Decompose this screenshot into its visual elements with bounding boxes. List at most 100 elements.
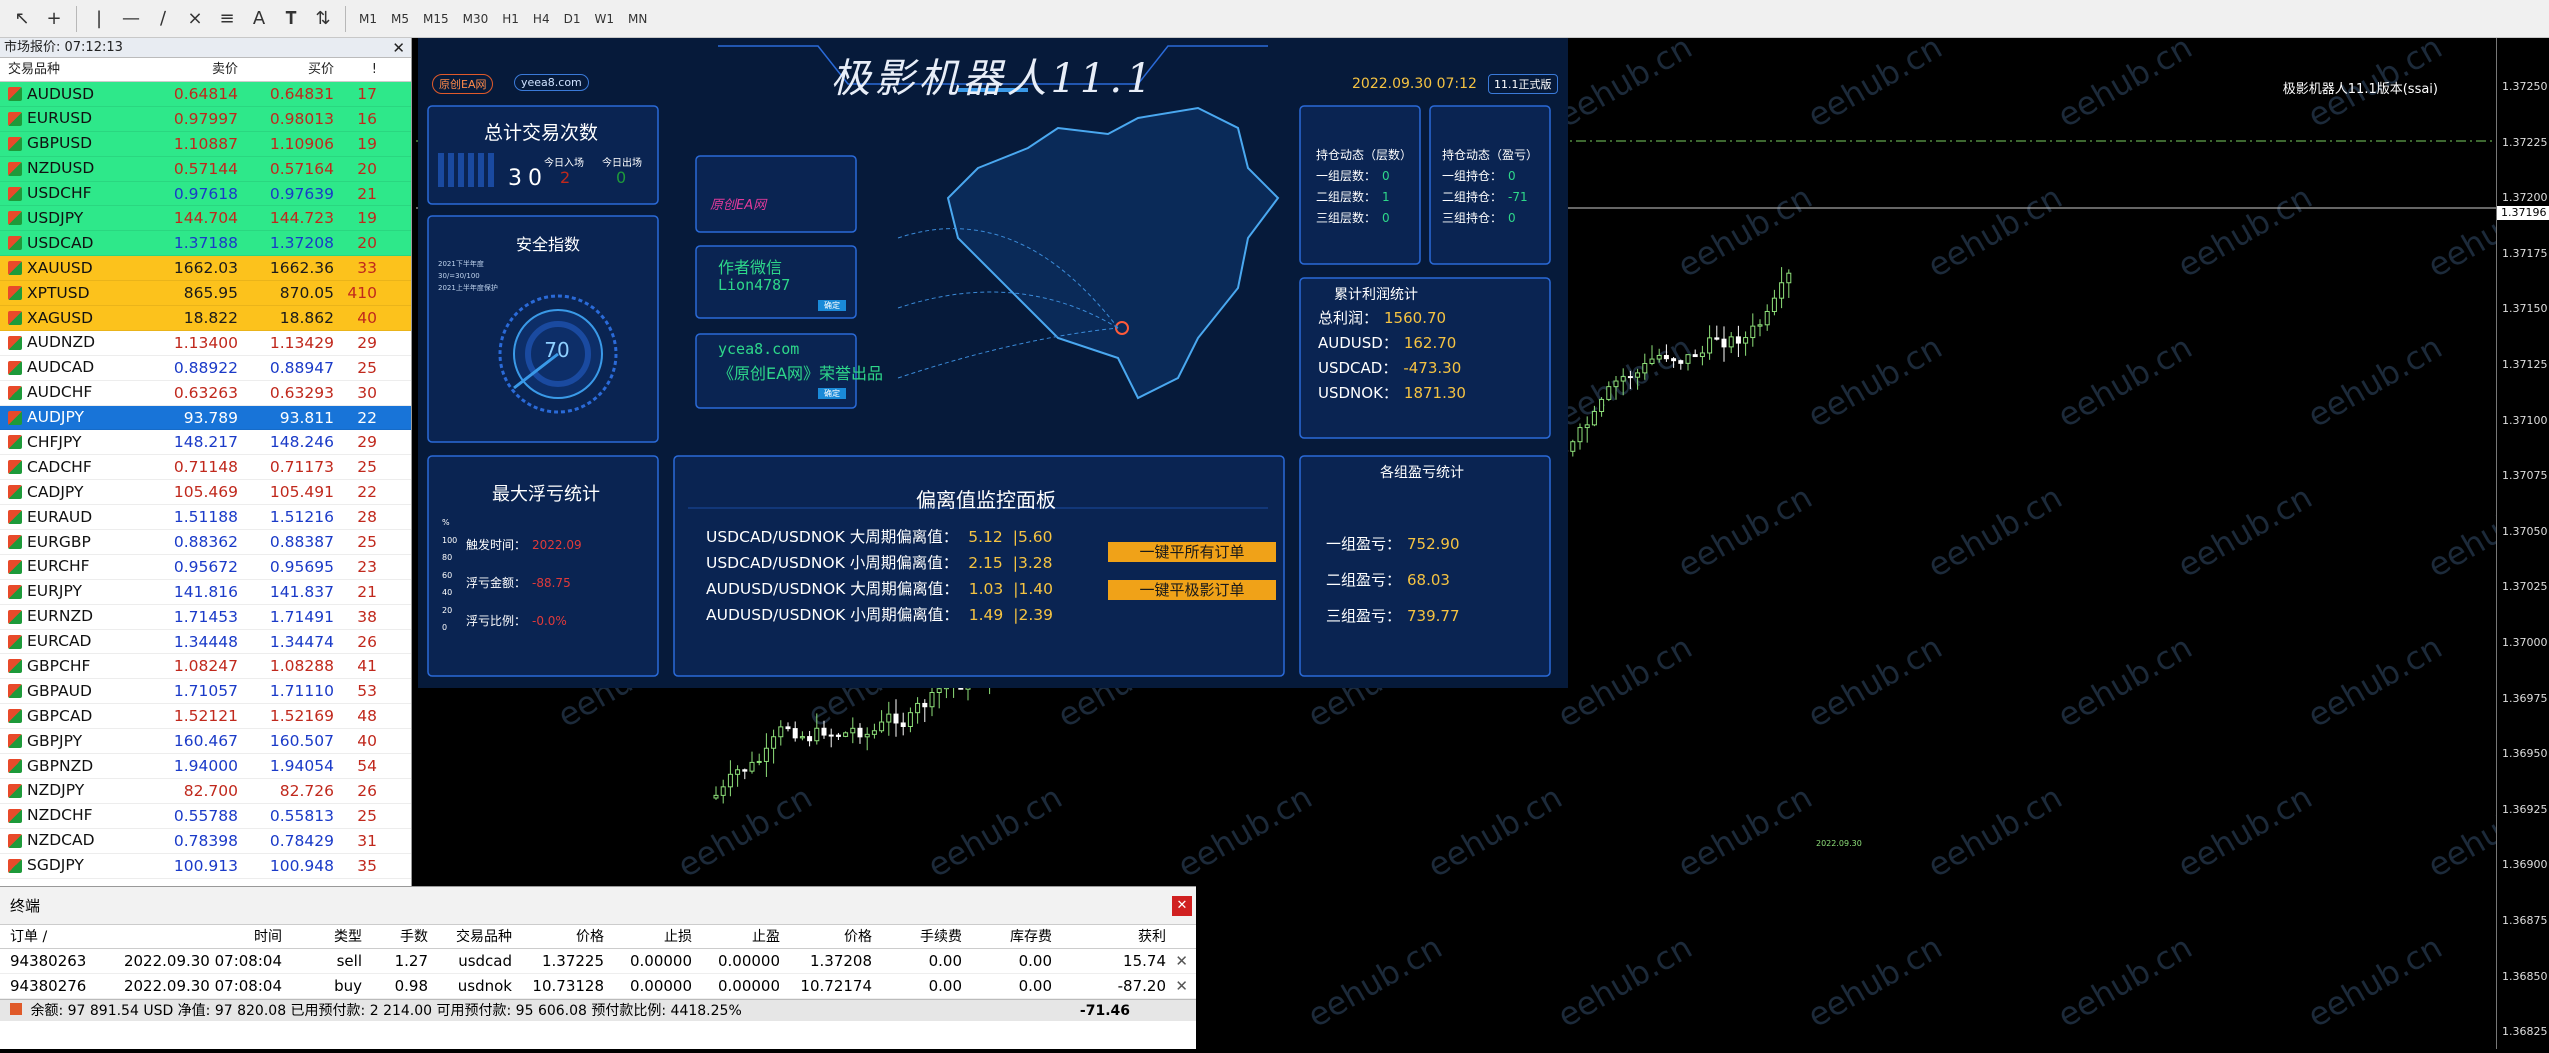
timeframe-h1[interactable]: H1: [495, 5, 526, 33]
terminal-col-header[interactable]: 交易品种: [432, 925, 516, 948]
close-jiying-orders-button[interactable]: 一键平极影订单: [1108, 580, 1276, 600]
market-row[interactable]: GBPJPY 160.467 160.507 40: [0, 729, 411, 755]
market-row[interactable]: GBPCAD 1.52121 1.52169 48: [0, 704, 411, 730]
ask-price: 0.98013: [269, 109, 334, 128]
close-all-orders-button[interactable]: 一键平所有订单: [1108, 542, 1276, 562]
watermark-text: eehub.cn: [2301, 328, 2448, 435]
spread-value: 22: [357, 408, 377, 427]
market-row[interactable]: CHFJPY 148.217 148.246 29: [0, 430, 411, 456]
order-close-icon[interactable]: ✕: [1175, 949, 1188, 974]
timeframe-mn[interactable]: MN: [621, 5, 654, 33]
order-close-icon[interactable]: ✕: [1175, 974, 1188, 999]
arrow-tools-icon[interactable]: ⇅: [307, 4, 339, 34]
market-row[interactable]: CADJPY 105.469 105.491 22: [0, 480, 411, 506]
col-symbol[interactable]: 交易品种: [0, 58, 148, 81]
col-bid[interactable]: 卖价: [148, 58, 242, 81]
order-cell: 94380263: [10, 952, 87, 970]
spread-value: 25: [357, 458, 377, 477]
market-row[interactable]: GBPUSD 1.10887 1.10906 19: [0, 131, 411, 157]
terminal-col-header[interactable]: 时间: [116, 925, 286, 948]
timeframe-w1[interactable]: W1: [587, 5, 621, 33]
horizontal-line-icon[interactable]: —: [115, 4, 147, 34]
order-cell: 0.00000: [629, 977, 692, 995]
timeframe-m30[interactable]: M30: [456, 5, 496, 33]
market-row[interactable]: USDCHF 0.97618 0.97639 21: [0, 181, 411, 207]
close-icon[interactable]: ✕: [392, 38, 405, 58]
market-row[interactable]: EURAUD 1.51188 1.51216 28: [0, 505, 411, 531]
site-confirm-button[interactable]: 确定: [818, 388, 846, 399]
market-row[interactable]: NZDCAD 0.78398 0.78429 31: [0, 828, 411, 854]
market-row[interactable]: USDJPY 144.704 144.723 19: [0, 206, 411, 232]
order-cell: 0.00: [1018, 977, 1052, 995]
timeframe-m5[interactable]: M5: [384, 5, 416, 33]
terminal-col-header[interactable]: 止损: [608, 925, 696, 948]
market-row[interactable]: XAGUSD 18.822 18.862 40: [0, 306, 411, 331]
market-row[interactable]: XPTUSD 865.95 870.05 410: [0, 281, 411, 307]
terminal-col-header[interactable]: 手续费: [876, 925, 966, 948]
trendline-icon[interactable]: ∕: [147, 4, 179, 34]
maxloss-axis-tick: 40: [442, 588, 453, 597]
market-row[interactable]: SGDJPY 100.913 100.948 35: [0, 853, 411, 879]
profit-row: AUDUSD： 162.70: [1318, 331, 1466, 356]
market-row[interactable]: EURUSD 0.97997 0.98013 16: [0, 106, 411, 132]
terminal-col-header[interactable]: 手数: [366, 925, 432, 948]
watermark-text: eehub.cn: [1801, 628, 1948, 735]
market-row[interactable]: EURGBP 0.88362 0.88387 25: [0, 530, 411, 555]
close-icon[interactable]: ✕: [1172, 896, 1192, 916]
vertical-line-icon[interactable]: |: [83, 4, 115, 34]
symbol-arrow-icon: [8, 485, 22, 500]
market-row[interactable]: GBPCHF 1.08247 1.08288 41: [0, 654, 411, 680]
terminal-col-header[interactable]: 类型: [286, 925, 366, 948]
market-row[interactable]: AUDCHF 0.63263 0.63293 30: [0, 380, 411, 406]
market-row[interactable]: EURNZD 1.71453 1.71491 38: [0, 604, 411, 630]
market-row[interactable]: CADCHF 0.71148 0.71173 25: [0, 455, 411, 481]
market-symbol: XAUUSD: [0, 256, 148, 280]
terminal-col-header[interactable]: 价格: [784, 925, 876, 948]
timeframe-m15[interactable]: M15: [416, 5, 456, 33]
terminal-col-header[interactable]: 获利: [1056, 925, 1194, 948]
deviation-row: USDCAD/USDNOK 大周期偏离值： 5.12 |5.60: [706, 524, 1053, 550]
market-row[interactable]: AUDNZD 1.13400 1.13429 29: [0, 330, 411, 356]
watermark-text: eehub.cn: [1171, 778, 1318, 885]
spread-value: 19: [357, 209, 377, 228]
order-row[interactable]: 94380276 2022.09.30 07:08:04 buy 0.98 usdnok…: [0, 974, 1196, 999]
fibonacci-icon[interactable]: ⨯: [179, 4, 211, 34]
market-row[interactable]: AUDJPY 93.789 93.811 22: [0, 405, 411, 431]
crosshair-icon[interactable]: +: [38, 4, 70, 34]
text-icon[interactable]: A: [243, 4, 275, 34]
market-row[interactable]: EURCHF 0.95672 0.95695 23: [0, 554, 411, 580]
trades-title: 总计交易次数: [484, 122, 599, 144]
candle-body: [771, 736, 777, 749]
timeframe-m1[interactable]: M1: [352, 5, 384, 33]
market-row[interactable]: GBPNZD 1.94000 1.94054 54: [0, 754, 411, 779]
groups-row: 一组盈亏： 752.90: [1326, 526, 1460, 562]
terminal-col-header[interactable]: 订单 /: [0, 925, 116, 948]
market-row[interactable]: USDCAD 1.37188 1.37208 20: [0, 231, 411, 257]
market-row[interactable]: AUDUSD 0.64814 0.64831 17: [0, 82, 411, 107]
terminal-col-header[interactable]: 价格: [516, 925, 608, 948]
symbol-arrow-icon: [8, 161, 22, 176]
timeframe-h4[interactable]: H4: [526, 5, 557, 33]
col-spread[interactable]: !: [338, 58, 383, 81]
market-row[interactable]: EURJPY 141.816 141.837 21: [0, 579, 411, 605]
col-ask[interactable]: 买价: [242, 58, 338, 81]
market-row[interactable]: XAUUSD 1662.03 1662.36 33: [0, 256, 411, 282]
market-row[interactable]: NZDJPY 82.700 82.726 26: [0, 778, 411, 804]
market-row[interactable]: AUDCAD 0.88922 0.88947 25: [0, 355, 411, 381]
timeframe-d1[interactable]: D1: [557, 5, 588, 33]
symbol-name: AUDCHF: [27, 383, 93, 402]
market-row[interactable]: NZDCHF 0.55788 0.55813 25: [0, 803, 411, 829]
watermark-text: eehub.cn: [2301, 928, 2448, 1035]
label-icon[interactable]: 𝐓: [275, 4, 307, 34]
market-row[interactable]: GBPAUD 1.71057 1.71110 53: [0, 679, 411, 705]
symbol-arrow-icon: [8, 858, 22, 873]
channel-icon[interactable]: ≡: [211, 4, 243, 34]
terminal-col-header[interactable]: 库存费: [966, 925, 1056, 948]
market-row[interactable]: NZDUSD 0.57144 0.57164 20: [0, 156, 411, 182]
order-row[interactable]: 94380263 2022.09.30 07:08:04 sell 1.27 usdca…: [0, 949, 1196, 974]
order-cell: 15.74: [1123, 952, 1166, 970]
terminal-col-header[interactable]: 止盈: [696, 925, 784, 948]
cursor-icon[interactable]: ↖: [6, 4, 38, 34]
market-row[interactable]: EURCAD 1.34448 1.34474 26: [0, 629, 411, 655]
wechat-confirm-button[interactable]: 确定: [818, 300, 846, 311]
